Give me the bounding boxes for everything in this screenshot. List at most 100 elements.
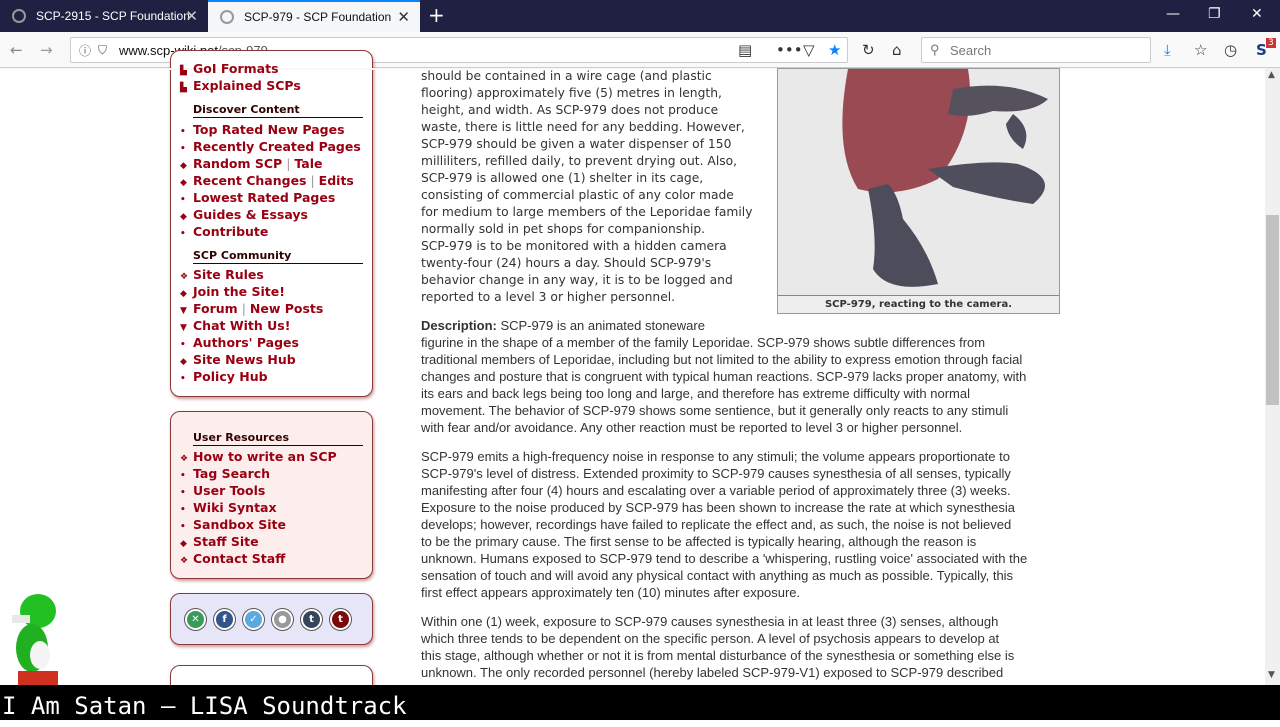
close-window-icon[interactable]: ✕	[1251, 6, 1263, 22]
bullet-icon: •	[180, 522, 186, 532]
library-icon[interactable]: ☆	[1194, 41, 1207, 59]
text-line: SCP-979's level of distress. Extended pr…	[421, 466, 1011, 481]
pocket-icon[interactable]: ▽	[803, 41, 815, 59]
sidebar-link[interactable]: Staff Site	[193, 534, 259, 549]
social-box: ✕ f ✓ ● t t	[170, 593, 373, 645]
back-icon[interactable]: ←	[10, 41, 23, 59]
tab-scp-979[interactable]: SCP-979 - SCP Foundation ✕	[208, 0, 420, 32]
reader-view-icon[interactable]: ▤	[738, 41, 752, 59]
wikidot-icon[interactable]: ✕	[185, 608, 206, 630]
sidebar-item: • Policy Hub	[180, 369, 268, 384]
close-tab-icon[interactable]: ✕	[397, 8, 410, 26]
sidebar-link[interactable]: Forum	[193, 301, 238, 316]
sidebar-link[interactable]: Policy Hub	[193, 369, 268, 384]
sidebar-link[interactable]: Site Rules	[193, 267, 264, 282]
tumblr-red-icon[interactable]: t	[330, 608, 351, 630]
bullet-icon: •	[180, 488, 186, 498]
bookmark-star-icon[interactable]: ★	[828, 41, 841, 59]
sidebar-item: ◆ Site News Hub	[180, 352, 296, 367]
doc-icon: ▙	[180, 66, 187, 76]
text-line: changes and posture that is congruent wi…	[421, 369, 1027, 384]
search-input[interactable]: ⚲ Search	[921, 37, 1151, 63]
bullet-icon: ▼	[180, 323, 187, 333]
bullet-icon: ❖	[180, 556, 189, 566]
reddit-icon[interactable]: ●	[272, 608, 293, 630]
history-icon[interactable]: ◷	[1224, 41, 1237, 59]
text-line: waste, there is little need for any bedd…	[421, 120, 745, 134]
sidebar-link[interactable]: Chat With Us!	[193, 318, 290, 333]
sidebar-link[interactable]: Join the Site!	[193, 284, 285, 299]
bullet-icon: ◆	[180, 178, 187, 188]
sidebar-link[interactable]: Wiki Syntax	[193, 500, 277, 515]
bullet-icon: •	[180, 505, 186, 515]
sidebar-link[interactable]: GoI Formats	[193, 61, 279, 76]
facebook-icon[interactable]: f	[214, 608, 235, 630]
sidebar-link[interactable]: Contact Staff	[193, 551, 285, 566]
sidebar-link[interactable]: Recent Changes	[193, 173, 307, 188]
sidebar-link[interactable]: Lowest Rated Pages	[193, 190, 335, 205]
forward-icon[interactable]: →	[40, 41, 53, 59]
sidebar-link[interactable]: Contribute	[193, 224, 268, 239]
text-line: unknown. Humans exposed to SCP-979 tend …	[421, 551, 1028, 566]
scroll-down-icon[interactable]: ▼	[1268, 670, 1275, 680]
close-tab-icon[interactable]: ✕	[185, 7, 198, 25]
sidebar-link[interactable]: Tale	[294, 156, 322, 171]
text-line: Within one (1) week, exposure to SCP-979…	[421, 614, 999, 629]
tracking-shield-icon[interactable]: ⛉	[98, 43, 107, 58]
search-icon: ⚲	[930, 42, 940, 57]
sidebar-link[interactable]: Top Rated New Pages	[193, 122, 345, 137]
yoshi-sprite	[12, 594, 58, 685]
sidebar-link[interactable]: User Tools	[193, 483, 265, 498]
scrollbar-thumb[interactable]	[1266, 215, 1279, 405]
new-tab-button[interactable]: +	[428, 3, 445, 27]
page-actions-icon[interactable]: •••	[776, 41, 803, 59]
sidebar-link[interactable]: Random SCP	[193, 156, 282, 171]
tab-scp-2915[interactable]: SCP-2915 - SCP Foundation ✕	[0, 0, 208, 32]
sidebar-link[interactable]: How to write an SCP	[193, 449, 337, 464]
sidebar-link[interactable]: Tag Search	[193, 466, 270, 481]
bullet-icon: •	[180, 340, 186, 350]
sidebar-heading: Discover Content	[193, 103, 363, 118]
text-line: SCP-979 is an animated stoneware	[496, 318, 705, 333]
separator: |	[237, 301, 250, 316]
sidebar-item: • Top Rated New Pages	[180, 122, 345, 137]
text-line: SCP-979 should be given a water dispense…	[421, 137, 732, 151]
text-line: unknown. The only recorded personnel (he…	[421, 665, 1004, 680]
text-line: manifesting after four (4) hours and esc…	[421, 483, 1011, 498]
sidebar-link[interactable]: Site News Hub	[193, 352, 296, 367]
sidebar-item: • User Tools	[180, 483, 265, 498]
text-line: movement. The behavior of SCP-979 shows …	[421, 403, 1009, 418]
info-icon[interactable]: ⓘ	[79, 42, 91, 59]
separator: |	[306, 173, 319, 188]
downloads-icon[interactable]: ⤓	[1164, 41, 1171, 59]
scp-logo-icon	[220, 10, 234, 24]
sidebar-link[interactable]: Sandbox Site	[193, 517, 286, 532]
tumblr-icon[interactable]: t	[301, 608, 322, 630]
tab-title: SCP-979 - SCP Foundation	[244, 10, 392, 24]
sidebar-link[interactable]: Guides & Essays	[193, 207, 308, 222]
sidebar-item: ◆ Join the Site!	[180, 284, 285, 299]
bullet-icon: ◆	[180, 357, 187, 367]
text-line: milliliters, refilled daily, to prevent …	[421, 154, 738, 168]
sidebar-link[interactable]: Recently Created Pages	[193, 139, 361, 154]
description-label: Description:	[421, 318, 497, 333]
text-line: with fear and/or avoidance. Any other re…	[421, 420, 963, 435]
sidebar-link[interactable]: Edits	[319, 173, 354, 188]
tab-title: SCP-2915 - SCP Foundation	[36, 9, 190, 23]
text-line: should be contained in a wire cage (and …	[421, 69, 712, 83]
bullet-icon: •	[180, 374, 186, 384]
home-icon[interactable]: ⌂	[892, 41, 902, 59]
reload-icon[interactable]: ↻	[862, 41, 875, 59]
text-line: flooring) approximately five (5) metres …	[421, 86, 722, 100]
scroll-up-icon[interactable]: ▲	[1268, 70, 1275, 80]
twitter-icon[interactable]: ✓	[243, 608, 264, 630]
bullet-icon: •	[180, 195, 186, 205]
text-line: to be the primary cause. The first sense…	[421, 534, 977, 549]
sidebar-link[interactable]: Explained SCPs	[193, 78, 301, 93]
sidebar-link[interactable]: Authors' Pages	[193, 335, 299, 350]
extension-badge: 3	[1266, 38, 1276, 48]
text-line: its ears and back legs being too long an…	[421, 386, 970, 401]
restore-icon[interactable]: ❐	[1208, 6, 1221, 22]
minimize-icon[interactable]: —	[1166, 6, 1180, 22]
sidebar-link[interactable]: New Posts	[250, 301, 323, 316]
